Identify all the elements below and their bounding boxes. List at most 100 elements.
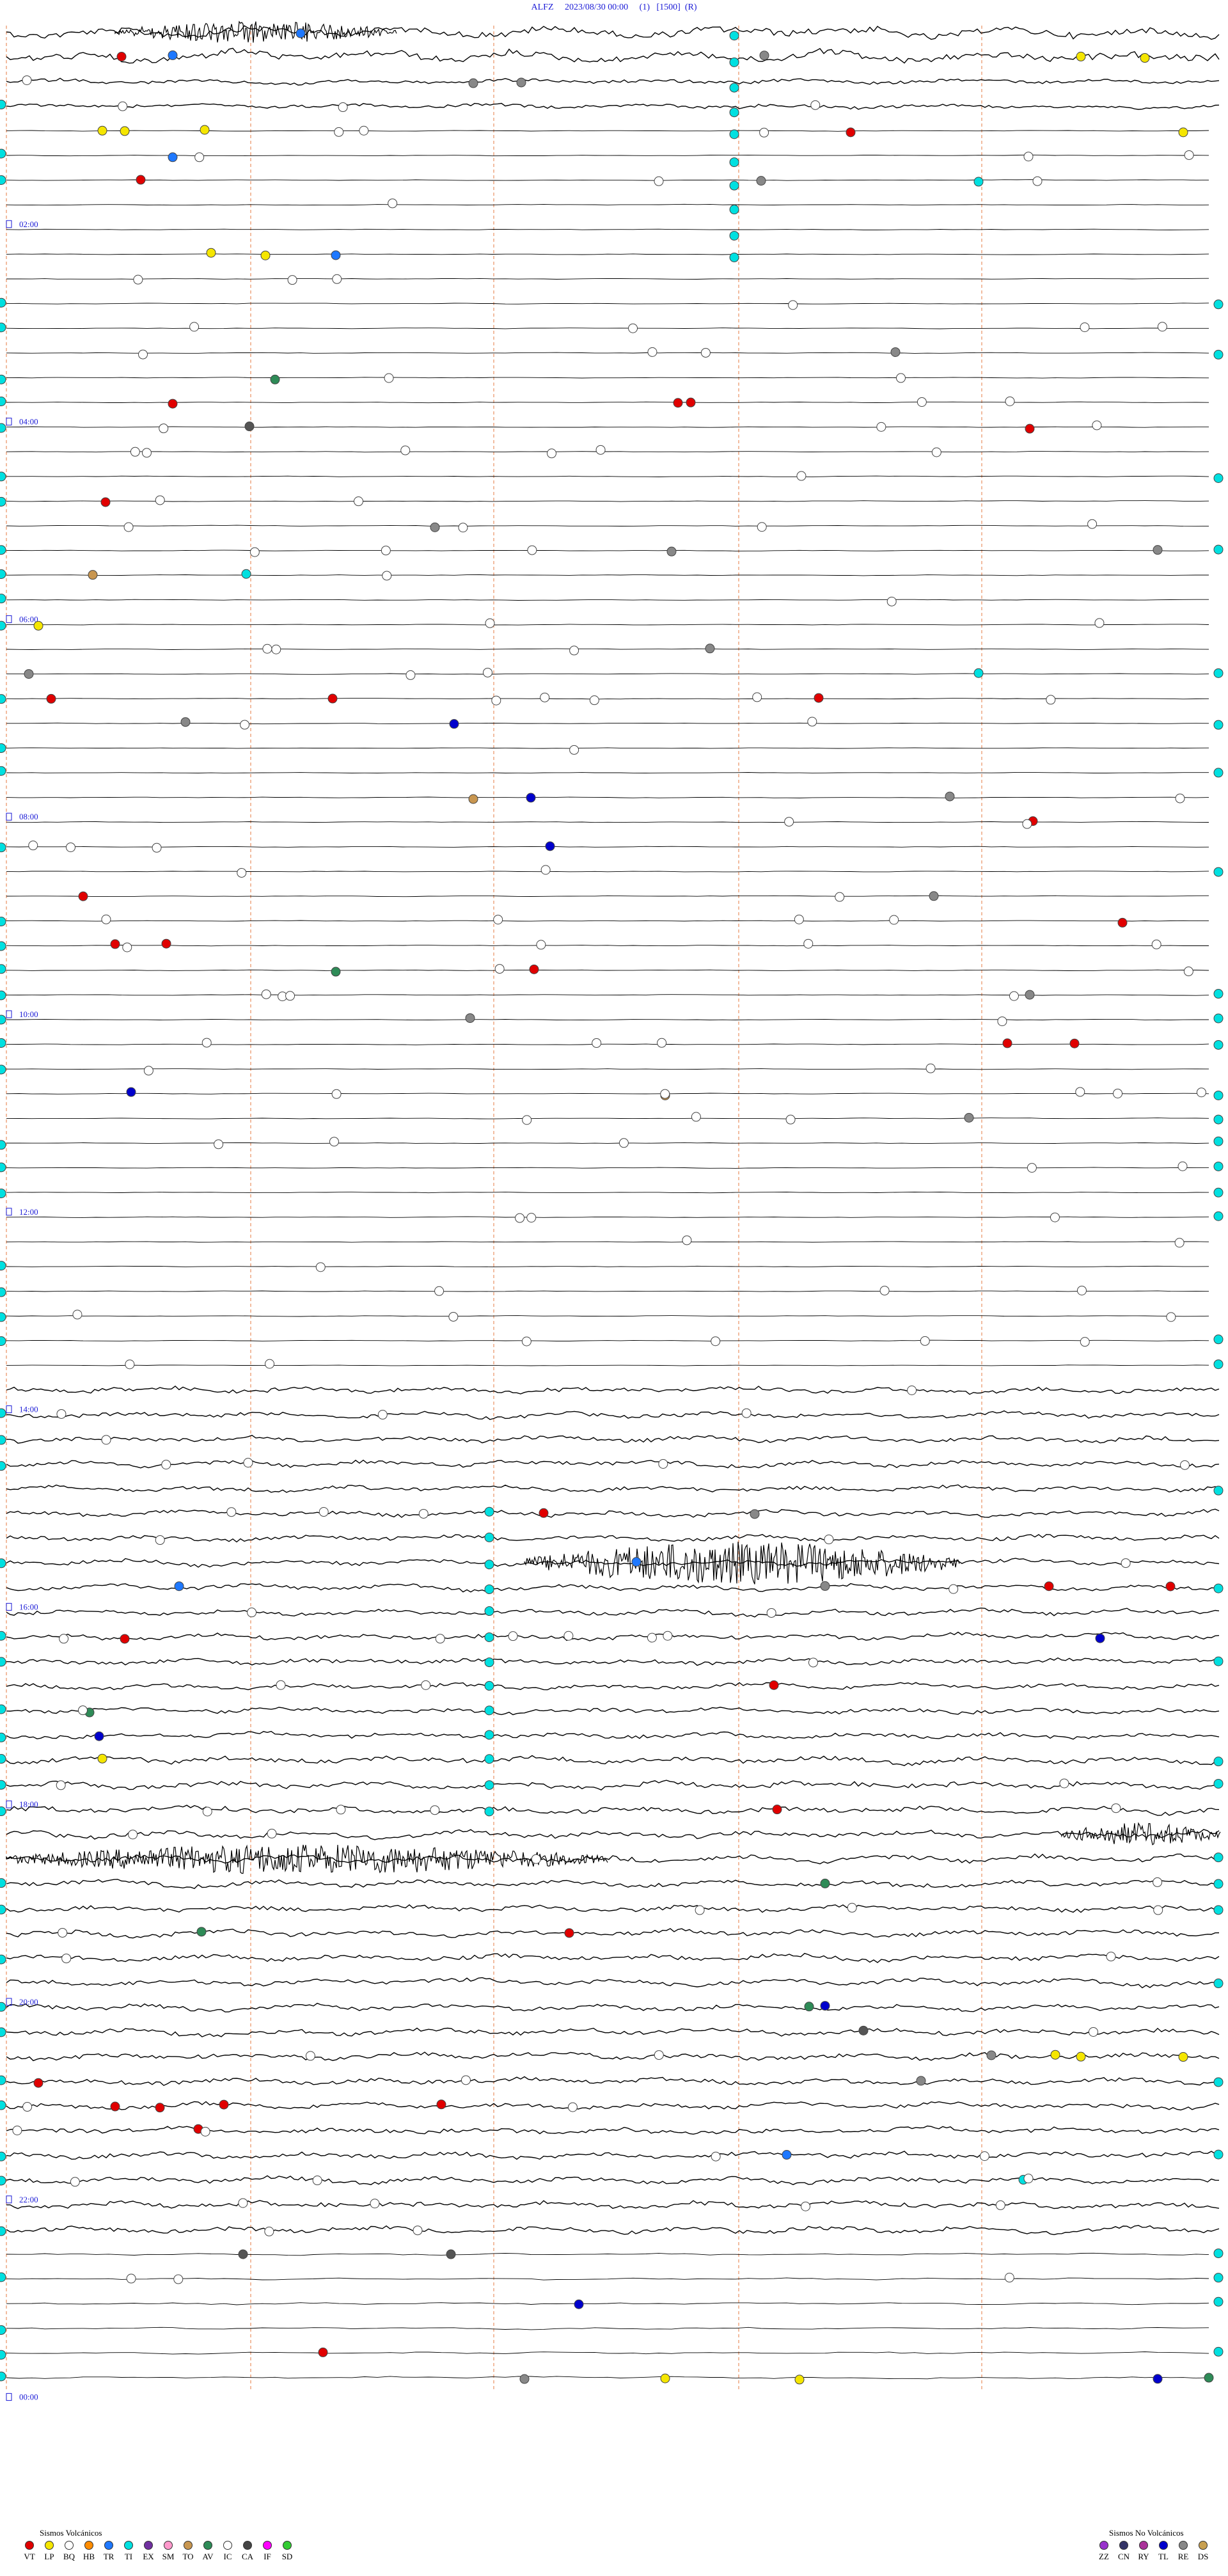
event-marker [0, 2226, 6, 2236]
event-marker [287, 275, 297, 285]
event-marker [33, 620, 43, 631]
event-marker [446, 2249, 456, 2259]
event-marker [270, 374, 280, 384]
event-marker [711, 2151, 721, 2161]
event-marker [729, 205, 739, 215]
event-marker [315, 1262, 326, 1272]
event-marker [0, 297, 6, 308]
signal-burst [114, 20, 397, 43]
legend-swatch [104, 2541, 113, 2550]
legend-swatch [263, 2541, 272, 2550]
event-marker [201, 1038, 212, 1048]
event-marker [0, 396, 6, 406]
event-marker [527, 545, 537, 555]
event-marker [130, 446, 140, 457]
trace-line [6, 1829, 1220, 1840]
event-marker [750, 1509, 760, 1519]
event-marker [0, 1336, 6, 1347]
event-marker [1059, 1778, 1069, 1789]
event-marker [595, 445, 606, 455]
event-marker [1004, 2273, 1014, 2283]
event-marker [647, 1632, 657, 1643]
event-marker [1178, 127, 1188, 138]
event-marker [0, 1261, 6, 1271]
event-marker [168, 152, 178, 162]
event-marker [1213, 867, 1224, 877]
legend-swatch [203, 2541, 212, 2550]
event-marker [173, 2274, 184, 2284]
event-marker [1076, 51, 1086, 61]
trace-line [6, 624, 1209, 626]
event-marker [847, 1902, 857, 1913]
datetime-label: 2023/08/30 00:00 [565, 3, 629, 12]
event-marker [1213, 2346, 1224, 2357]
event-marker [46, 693, 56, 704]
helicorder-plot: 02:0004:0006:0008:0010:0012:0014:0016:00… [0, 20, 1224, 2402]
event-marker [484, 1730, 494, 1740]
event-marker [285, 991, 295, 1001]
legend-swatch [65, 2541, 74, 2550]
event-marker [484, 1532, 494, 1542]
event-marker [1213, 1583, 1224, 1593]
event-marker [741, 1408, 752, 1418]
event-marker [271, 644, 281, 654]
event-marker [979, 2151, 989, 2161]
event-marker [1005, 396, 1015, 406]
event-marker [794, 914, 804, 924]
trace-line [6, 1142, 1209, 1144]
trace-line [6, 2051, 1220, 2062]
flag-label: (R) [684, 3, 697, 12]
event-marker [807, 716, 817, 727]
event-marker [262, 644, 272, 654]
event-marker [1213, 2248, 1224, 2259]
event-marker [118, 101, 128, 111]
event-marker [200, 125, 210, 135]
event-marker [133, 274, 143, 285]
hour-marker [6, 615, 12, 623]
event-marker [1213, 2273, 1224, 2283]
event-marker [1204, 2373, 1214, 2383]
event-marker [484, 1584, 494, 1594]
event-marker [0, 1461, 6, 1471]
trace-line [6, 1928, 1220, 1939]
event-marker [1025, 423, 1035, 434]
event-marker [729, 57, 739, 67]
trace-line [6, 1755, 1220, 1766]
legend-swatch [1139, 2541, 1148, 2550]
event-marker [1213, 2149, 1224, 2160]
legend-nonvolcanic-title: Sismos No Volcánicos [1109, 2528, 1184, 2538]
event-marker [547, 448, 557, 459]
event-marker [1213, 1656, 1224, 1666]
event-marker [1032, 176, 1043, 186]
legend-item-ds: DS [1192, 2541, 1215, 2562]
event-marker [136, 175, 146, 185]
event-marker [155, 495, 165, 505]
event-marker [526, 793, 536, 803]
event-marker [78, 891, 88, 901]
event-marker [377, 1410, 388, 1420]
event-marker [0, 694, 6, 704]
event-marker [484, 1560, 494, 1570]
event-marker [540, 692, 550, 702]
event-marker [484, 1754, 494, 1764]
event-marker [202, 1806, 212, 1817]
event-marker [519, 2374, 530, 2384]
event-marker [757, 522, 767, 532]
trace-line [6, 2302, 1209, 2305]
event-marker [0, 1558, 6, 1569]
event-marker [1023, 2174, 1034, 2184]
event-marker [0, 2371, 6, 2382]
event-marker [1088, 2027, 1098, 2037]
event-marker [631, 1557, 642, 1567]
event-marker [858, 2025, 869, 2035]
trace-line [6, 525, 1209, 527]
event-marker [1002, 1038, 1012, 1048]
event-marker [1213, 989, 1224, 999]
event-marker [1046, 695, 1056, 705]
trace-line [6, 796, 1209, 798]
event-marker [484, 1606, 494, 1616]
event-marker [536, 940, 546, 950]
event-marker [1113, 1088, 1123, 1098]
event-marker [0, 1904, 6, 1915]
event-marker [120, 126, 130, 136]
